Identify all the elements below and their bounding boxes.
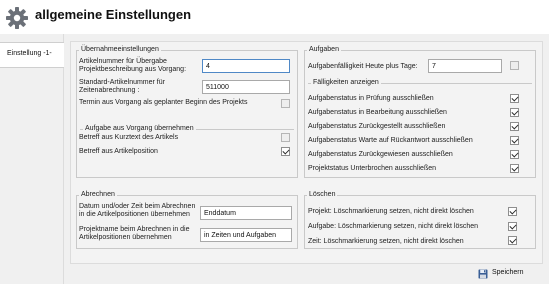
projektname-label: Projektname beim Abrechnen in die Artike… xyxy=(79,226,190,241)
status-bearbeitung-checkbox[interactable] xyxy=(510,108,519,117)
tab-einstellung-1[interactable]: Einstellung -1- xyxy=(0,42,64,68)
projektstatus-unterbrochen-checkbox[interactable] xyxy=(510,164,519,173)
status-warte-checkbox[interactable] xyxy=(510,136,519,145)
status-pruefung-checkbox[interactable] xyxy=(510,94,519,103)
loeschen-group-label: Löschen xyxy=(307,191,338,198)
artikelposition-label: Betreff aus Artikelposition xyxy=(79,148,158,155)
abrechnen-group-label: Abrechnen xyxy=(79,191,117,198)
save-button[interactable]: Speichern xyxy=(478,267,534,281)
status-zurueckgewiesen-label: Aufgabenstatus Zurückgewiesen ausschließ… xyxy=(308,151,453,158)
gear-icon xyxy=(6,7,28,29)
loeschen-aufgabe-checkbox[interactable] xyxy=(508,222,517,231)
artikelnummer-input[interactable]: 4 xyxy=(202,59,290,73)
datum-select[interactable]: Enddatum xyxy=(200,206,292,220)
loeschen-projekt-label: Projekt: Löschmarkierung setzen, nicht d… xyxy=(308,208,474,215)
status-bearbeitung-label: Aufgabenstatus in Bearbeitung ausschließ… xyxy=(308,109,447,116)
header-bar: allgemeine Einstellungen xyxy=(0,0,549,34)
uebernahme-group-label: Übernahmeeinstellungen xyxy=(79,46,161,53)
status-zurueckgestellt-label: Aufgabenstatus Zurückgestellt ausschließ… xyxy=(308,123,446,130)
status-pruefung-label: Aufgabenstatus in Prüfung ausschließen xyxy=(308,95,434,102)
loeschen-zeit-checkbox[interactable] xyxy=(508,236,517,245)
faelligkeit-checkbox[interactable] xyxy=(510,61,519,70)
floppy-disk-icon xyxy=(478,269,488,279)
faelligkeiten-group-label: Fälligkeiten anzeigen xyxy=(311,79,381,86)
projektstatus-unterbrochen-label: Projektstatus Unterbrochen ausschließen xyxy=(308,165,437,172)
termin-label: Termin aus Vorgang als geplanter Beginn … xyxy=(79,99,248,106)
aufgabe-group-label: Aufgabe aus Vorgang übernehmen xyxy=(83,125,196,132)
standard-artikelnummer-input[interactable]: 511000 xyxy=(202,80,290,94)
faelligkeit-label: Aufgabenfälligkeit Heute plus Tage: xyxy=(308,63,418,70)
loeschen-zeit-label: Zeit: Löschmarkierung setzen, nicht dire… xyxy=(308,238,464,245)
aufgaben-group-label: Aufgaben xyxy=(307,46,341,53)
tab-strip xyxy=(0,34,64,284)
status-warte-label: Aufgabenstatus Warte auf Rückantwort aus… xyxy=(308,137,473,144)
artikelposition-checkbox[interactable] xyxy=(281,147,290,156)
status-zurueckgewiesen-checkbox[interactable] xyxy=(510,150,519,159)
faelligkeit-input[interactable]: 7 xyxy=(428,59,502,73)
loeschen-aufgabe-label: Aufgabe: Löschmarkierung setzen, nicht d… xyxy=(308,223,479,230)
kurztext-checkbox[interactable] xyxy=(281,133,290,142)
artikelnummer-label: Artikelnummer für Übergabe Projektbeschr… xyxy=(79,58,187,73)
kurztext-label: Betreff aus Kurztext des Artikels xyxy=(79,134,179,141)
standard-artikelnummer-label: Standard-Artikelnummer für Zeitenabrechn… xyxy=(79,79,165,94)
loeschen-projekt-checkbox[interactable] xyxy=(508,207,517,216)
save-label: Speichern xyxy=(492,269,524,276)
page-title: allgemeine Einstellungen xyxy=(35,7,192,22)
status-zurueckgestellt-checkbox[interactable] xyxy=(510,122,519,131)
datum-label: Datum und/oder Zeit beim Abrechnen in di… xyxy=(79,203,196,218)
tab-label: Einstellung -1- xyxy=(7,50,52,57)
termin-checkbox[interactable] xyxy=(281,99,290,108)
projektname-select[interactable]: in Zeiten und Aufgaben xyxy=(200,228,292,242)
